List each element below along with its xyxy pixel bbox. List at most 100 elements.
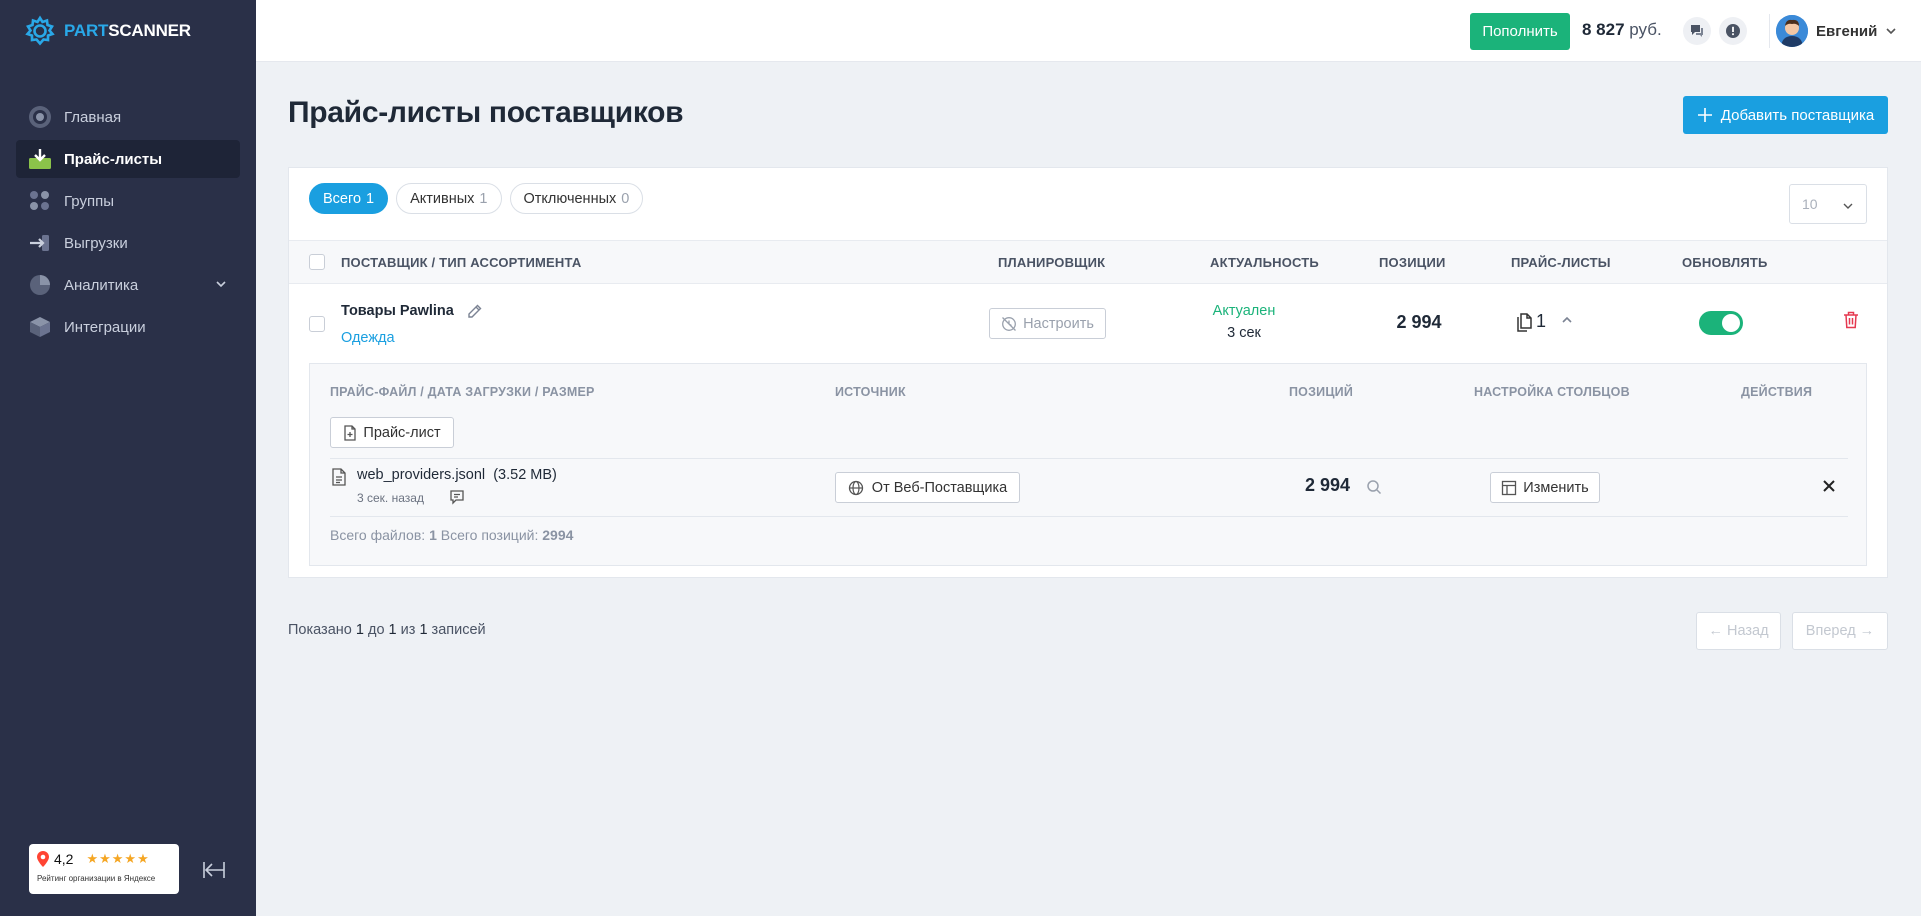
column-header-pricelists[interactable]: ПРАЙС-ЛИСТЫ: [1511, 255, 1611, 270]
user-menu[interactable]: Евгений: [1776, 14, 1897, 48]
pencil-icon[interactable]: [467, 303, 483, 319]
positions-count: 2 994: [1396, 312, 1442, 332]
chevron-down-icon[interactable]: [214, 277, 228, 291]
sidebar-item-groups[interactable]: Группы: [16, 182, 240, 220]
configure-scheduler-button[interactable]: Настроить: [989, 308, 1106, 339]
column-header-positions[interactable]: ПОЗИЦИИ: [1379, 255, 1446, 270]
sidebar-item-exports[interactable]: Выгрузки: [16, 224, 240, 262]
shown-to-word: до: [367, 622, 385, 638]
sidebar-item-label: Аналитика: [64, 276, 139, 294]
plus-icon: [1697, 108, 1712, 122]
subcolumn-header-file: ПРАЙС-ФАЙЛ / ДАТА ЗАГРУЗКИ / РАЗМЕР: [330, 385, 595, 399]
add-supplier-button[interactable]: Добавить поставщика: [1683, 96, 1888, 134]
supplier-type-link[interactable]: Одежда: [341, 330, 395, 346]
filter-active[interactable]: Активных 1: [396, 183, 502, 214]
sidebar-item-label: Прайс-листы: [64, 150, 163, 168]
collapse-sidebar-button[interactable]: [200, 856, 228, 884]
shown-prefix: Показано: [288, 622, 352, 638]
sidebar-item-home[interactable]: Главная: [16, 98, 240, 136]
chat-icon: [1691, 25, 1703, 37]
row-checkbox[interactable]: [309, 316, 325, 332]
alert-icon: [1726, 24, 1740, 38]
filter-disabled[interactable]: Отключенных 0: [509, 183, 644, 214]
pricelists-count-value: 1: [1536, 311, 1547, 331]
filter-label: Отключенных: [523, 190, 617, 207]
actuality-status: Актуален: [1212, 303, 1276, 319]
table-row: Товары Pawlina Одежда Настроить Актуален…: [289, 284, 1887, 363]
subcolumn-header-columns-config: НАСТРОЙКА СТОЛБЦОВ: [1474, 385, 1630, 399]
page-title: Прайс-листы поставщиков: [288, 96, 684, 129]
filter-all[interactable]: Всего 1: [309, 183, 389, 214]
pagination-info: Показано 1 до 1 из 1 записей: [288, 622, 486, 638]
filter-tabs: Всего 1 Активных 1 Отключенных 0: [309, 183, 644, 214]
clock-off-icon: [1002, 316, 1017, 331]
change-columns-button[interactable]: Изменить: [1490, 472, 1600, 503]
subcolumn-header-positions: ПОЗИЦИЙ: [1289, 385, 1354, 399]
chevron-down-icon: [1886, 28, 1896, 35]
sidebar-item-analytics[interactable]: Аналитика: [16, 266, 240, 304]
rating-value: 4,2: [54, 851, 74, 867]
update-toggle[interactable]: [1699, 311, 1743, 335]
divider: [330, 458, 1848, 459]
gear-logo-icon: [25, 15, 55, 46]
globe-icon: [848, 480, 863, 495]
source-button[interactable]: От Веб-Поставщика: [835, 472, 1020, 503]
sidebar-item-integrations[interactable]: Интеграции: [16, 308, 240, 346]
shown-from: 1: [355, 622, 364, 638]
select-all-checkbox[interactable]: [309, 254, 325, 270]
subcolumn-header-source: ИСТОЧНИК: [835, 385, 906, 399]
comment-icon[interactable]: [449, 489, 465, 505]
user-name: Евгений: [1816, 22, 1878, 40]
copy-files-icon: [1517, 312, 1532, 332]
table-header: ПОСТАВЩИК / ТИП АССОРТИМЕНТА ПЛАНИРОВЩИК…: [289, 240, 1887, 284]
filter-count: 0: [621, 190, 630, 207]
topup-button[interactable]: Пополнить: [1470, 13, 1570, 50]
prev-page-button[interactable]: ← Назад: [1696, 612, 1781, 650]
summary-positions-label: Всего позиций:: [440, 527, 539, 543]
close-icon[interactable]: [1822, 479, 1836, 493]
sidebar-nav: Главная Прайс-листы Группы Выгрузки Анал…: [16, 98, 240, 350]
yandex-rating-widget[interactable]: 4,2 ★★★★★ Рейтинг организации в Яндексе: [29, 844, 179, 894]
summary-files-value: 1: [429, 527, 437, 543]
column-header-actuality[interactable]: АКТУАЛЬНОСТЬ: [1210, 255, 1319, 270]
source-label: От Веб-Поставщика: [871, 479, 1008, 496]
filter-label: Активных: [410, 190, 475, 207]
add-pricelist-button[interactable]: Прайс-лист: [330, 417, 454, 448]
notifications-button[interactable]: [1719, 17, 1747, 45]
column-header-supplier[interactable]: ПОСТАВЩИК / ТИП АССОРТИМЕНТА: [341, 255, 581, 270]
configure-label: Настроить: [1023, 315, 1094, 332]
suppliers-card: Всего 1 Активных 1 Отключенных 0 10 ПОСТАВЩ…: [288, 167, 1888, 578]
map-pin-icon: [37, 851, 49, 867]
search-icon[interactable]: [1366, 479, 1382, 495]
summary-positions-value: 2994: [542, 527, 574, 543]
column-header-update[interactable]: ОБНОВЛЯТЬ: [1682, 255, 1768, 270]
change-label: Изменить: [1523, 479, 1589, 496]
trash-icon[interactable]: [1843, 311, 1859, 329]
chevron-up-icon[interactable]: [1559, 312, 1575, 328]
analytics-icon: [28, 273, 52, 297]
next-page-button[interactable]: Вперед →: [1792, 612, 1888, 650]
groups-icon: [28, 189, 52, 213]
avatar: [1776, 15, 1808, 47]
integrations-icon: [28, 315, 52, 339]
shown-total: 1: [419, 622, 428, 638]
file-text-icon: [332, 468, 346, 486]
file-positions-count: 2 994: [1304, 475, 1350, 495]
sidebar: PARTSCANNER Главная Прайс-листы Группы В…: [0, 0, 256, 916]
divider: [330, 516, 1848, 517]
sidebar-item-pricelists[interactable]: Прайс-листы: [16, 140, 240, 178]
file-name[interactable]: web_providers.jsonl (3.52 MB): [357, 467, 557, 483]
topbar: Пополнить 8 827 руб. Евгений: [256, 0, 1921, 62]
chat-button[interactable]: [1683, 17, 1711, 45]
balance-value: 8 827: [1582, 20, 1625, 39]
sidebar-item-label: Интеграции: [64, 318, 146, 336]
export-icon: [28, 231, 52, 255]
pricelists-count[interactable]: 1: [1515, 311, 1546, 332]
logo[interactable]: PARTSCANNER: [24, 14, 191, 48]
column-header-scheduler[interactable]: ПЛАНИРОВЩИК: [998, 255, 1105, 270]
filter-count: 1: [479, 190, 488, 207]
supplier-name[interactable]: Товары Pawlina: [341, 303, 454, 319]
balance-currency: руб.: [1629, 20, 1662, 39]
per-page-select[interactable]: 10: [1789, 184, 1867, 224]
subcolumn-header-actions: ДЕЙСТВИЯ: [1741, 385, 1813, 399]
